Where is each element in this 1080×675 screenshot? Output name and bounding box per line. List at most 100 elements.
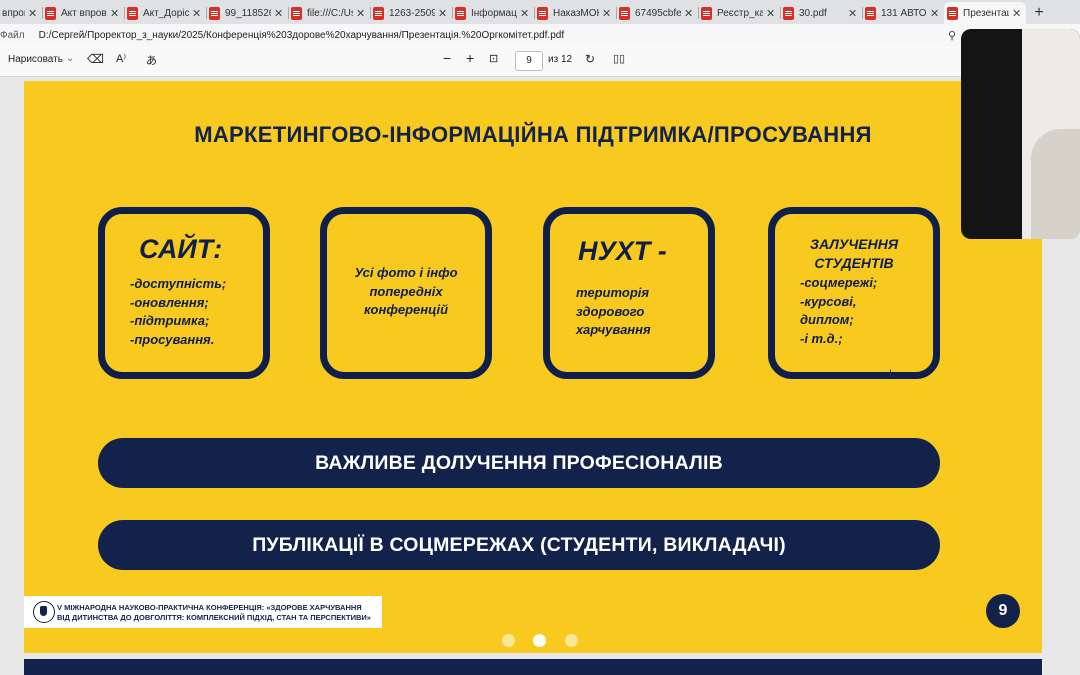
close-icon[interactable]: ✕	[438, 7, 448, 20]
tab-title: Реєстр_кар	[717, 7, 763, 19]
pdf-file-icon	[537, 6, 548, 20]
slide-dot-active	[533, 634, 546, 647]
close-icon[interactable]: ✕	[110, 7, 120, 20]
banner-professionals: ВАЖЛИВЕ ДОЛУЧЕННЯ ПРОФЕСІОНАЛІВ	[98, 438, 940, 488]
magnifier-icon[interactable]: ⚲	[948, 29, 956, 42]
close-icon[interactable]: ✕	[520, 7, 530, 20]
card-line: -підтримка;	[130, 313, 210, 328]
close-icon[interactable]: ✕	[356, 7, 366, 20]
card-line: -доступність;	[130, 276, 227, 291]
card-heading: НУХТ -	[578, 236, 667, 266]
page-view-icon[interactable]: ▯▯	[613, 52, 625, 65]
card-line: здорового	[576, 303, 645, 319]
tab-title: впрова	[2, 7, 25, 19]
read-aloud-icon[interactable]: A⁾	[116, 52, 126, 65]
pdf-file-icon	[701, 6, 712, 20]
translate-icon[interactable]: あ	[146, 52, 157, 68]
browser-tab[interactable]: 99_118526-✕	[206, 2, 288, 24]
url-text[interactable]: D:/Сергей/Проректор_з_науки/2025/Конфере…	[39, 30, 948, 41]
next-slide-edge	[24, 659, 1042, 675]
browser-tab[interactable]: file:///C:/Us ✕	[288, 2, 370, 24]
zoom-in-button[interactable]: +	[466, 50, 474, 66]
pdf-file-icon	[865, 6, 876, 20]
close-icon[interactable]: ✕	[848, 7, 858, 20]
tab-title: 1263-2509-	[389, 7, 435, 19]
card-line: -просування.	[130, 331, 215, 347]
close-icon[interactable]: ✕	[602, 7, 612, 20]
tab-title: Презентаці	[963, 7, 1009, 19]
browser-tab[interactable]: Акт_Доріс А✕	[124, 2, 206, 24]
slide-page-number: 9	[986, 594, 1020, 628]
browser-tab[interactable]: НаказМОН ✕	[534, 2, 616, 24]
conference-footer: V МІЖНАРОДНА НАУКОВО-ПРАКТИЧНА КОНФЕРЕНЦ…	[24, 596, 382, 628]
card-text: територія здорового харчування	[576, 284, 651, 340]
file-scheme-label: Файл	[0, 29, 25, 41]
browser-tab[interactable]: Інформаці ✕	[452, 2, 534, 24]
tab-title: 67495cbfe8	[635, 7, 681, 19]
webcam-overlay[interactable]	[961, 29, 1080, 239]
rotate-icon[interactable]: ↻	[585, 52, 595, 66]
card-text: -соцмережі; -курсові, диплом; -і т.д.;	[800, 274, 877, 348]
text-cursor-icon: I	[889, 368, 893, 380]
browser-tab[interactable]: Реєстр_кар✕	[698, 2, 780, 24]
browser-tab[interactable]: 30.pdf ✕	[780, 2, 862, 24]
pdf-file-icon	[455, 6, 466, 20]
card-line: -і т.д.;	[800, 330, 843, 346]
slide-title: МАРКЕТИНГОВО-ІНФОРМАЦІЙНА ПІДТРИМКА/ПРОС…	[194, 122, 872, 147]
browser-tab[interactable]: 131 АВТОМ✕	[862, 2, 944, 24]
card-heading: ЗАЛУЧЕННЯ СТУДЕНТІВ	[775, 235, 933, 272]
tab-title: Акт впровад	[61, 7, 107, 19]
browser-tab[interactable]: впрова✕	[0, 2, 42, 24]
close-icon[interactable]: ✕	[684, 7, 694, 20]
close-icon[interactable]: ✕	[192, 7, 202, 20]
page-number-input[interactable]: 9	[515, 51, 543, 71]
eraser-icon[interactable]: ⌫	[87, 52, 104, 66]
card-line: територія	[576, 285, 650, 300]
pdf-file-icon	[619, 6, 630, 20]
footer-line: ВІД ДИТИНСТВА ДО ДОВГОЛІТТЯ: КОМПЛЕКСНИЙ…	[57, 612, 371, 622]
card-heading-text: ЗАЛУЧЕННЯ СТУДЕНТІВ	[809, 236, 899, 271]
zoom-out-button[interactable]: −	[443, 50, 451, 66]
card-text: Усі фото і інфо попередніх конференцій	[327, 264, 485, 320]
tab-strip: впрова✕ Акт впровад✕ Акт_Доріс А✕ 99_118…	[0, 0, 1080, 24]
footer-line: V МІЖНАРОДНА НАУКОВО-ПРАКТИЧНА КОНФЕРЕНЦ…	[57, 603, 362, 612]
pdf-file-icon	[45, 6, 56, 20]
tab-title: Акт_Доріс А	[143, 7, 189, 19]
tab-title: НаказМОН	[553, 7, 599, 19]
card-line: -оновлення;	[130, 294, 209, 310]
close-icon[interactable]: ✕	[1012, 7, 1022, 20]
new-tab-button[interactable]: +	[1026, 2, 1052, 24]
browser-tab-active[interactable]: Презентаці✕	[944, 2, 1026, 24]
card-university: НУХТ - територія здорового харчування	[543, 207, 715, 379]
browser-tab[interactable]: 67495cbfe8✕	[616, 2, 698, 24]
card-line: Усі фото і інфо	[354, 265, 458, 280]
browser-tab[interactable]: Акт впровад✕	[42, 2, 124, 24]
close-icon[interactable]: ✕	[274, 7, 284, 20]
chevron-down-icon[interactable]: ⌄	[66, 53, 74, 64]
tab-title: 131 АВТОМ	[881, 7, 927, 19]
draw-button[interactable]: Нарисовать	[8, 54, 63, 65]
browser-tab[interactable]: 1263-2509-✕	[370, 2, 452, 24]
fit-page-icon[interactable]: ⊡	[489, 52, 498, 65]
card-photos: Усі фото і інфо попередніх конференцій	[320, 207, 492, 379]
pdf-file-icon	[783, 6, 794, 20]
university-logo-icon	[33, 601, 55, 623]
page-total-label: из 12	[548, 54, 573, 65]
tab-title: file:///C:/Us	[307, 7, 353, 19]
tab-title: 99_118526-	[225, 7, 271, 19]
address-bar[interactable]: Файл D:/Сергей/Проректор_з_науки/2025/Ко…	[0, 24, 1080, 46]
pdf-file-icon	[947, 6, 958, 20]
card-text: -доступність; -оновлення; -підтримка; -п…	[130, 275, 226, 349]
card-line: -курсові,	[800, 293, 857, 309]
tab-title: Інформаці	[471, 7, 517, 19]
pdf-file-icon	[291, 6, 302, 20]
tab-title: 30.pdf	[799, 7, 827, 19]
pdf-file-icon	[209, 6, 220, 20]
card-line: конференцій	[363, 302, 449, 317]
slide: МАРКЕТИНГОВО-ІНФОРМАЦІЙНА ПІДТРИМКА/ПРОС…	[24, 81, 1042, 653]
close-icon[interactable]: ✕	[930, 7, 940, 20]
slide-dot	[565, 634, 578, 647]
card-line: -соцмережі;	[800, 275, 878, 290]
close-icon[interactable]: ✕	[28, 7, 38, 20]
close-icon[interactable]: ✕	[766, 7, 776, 20]
